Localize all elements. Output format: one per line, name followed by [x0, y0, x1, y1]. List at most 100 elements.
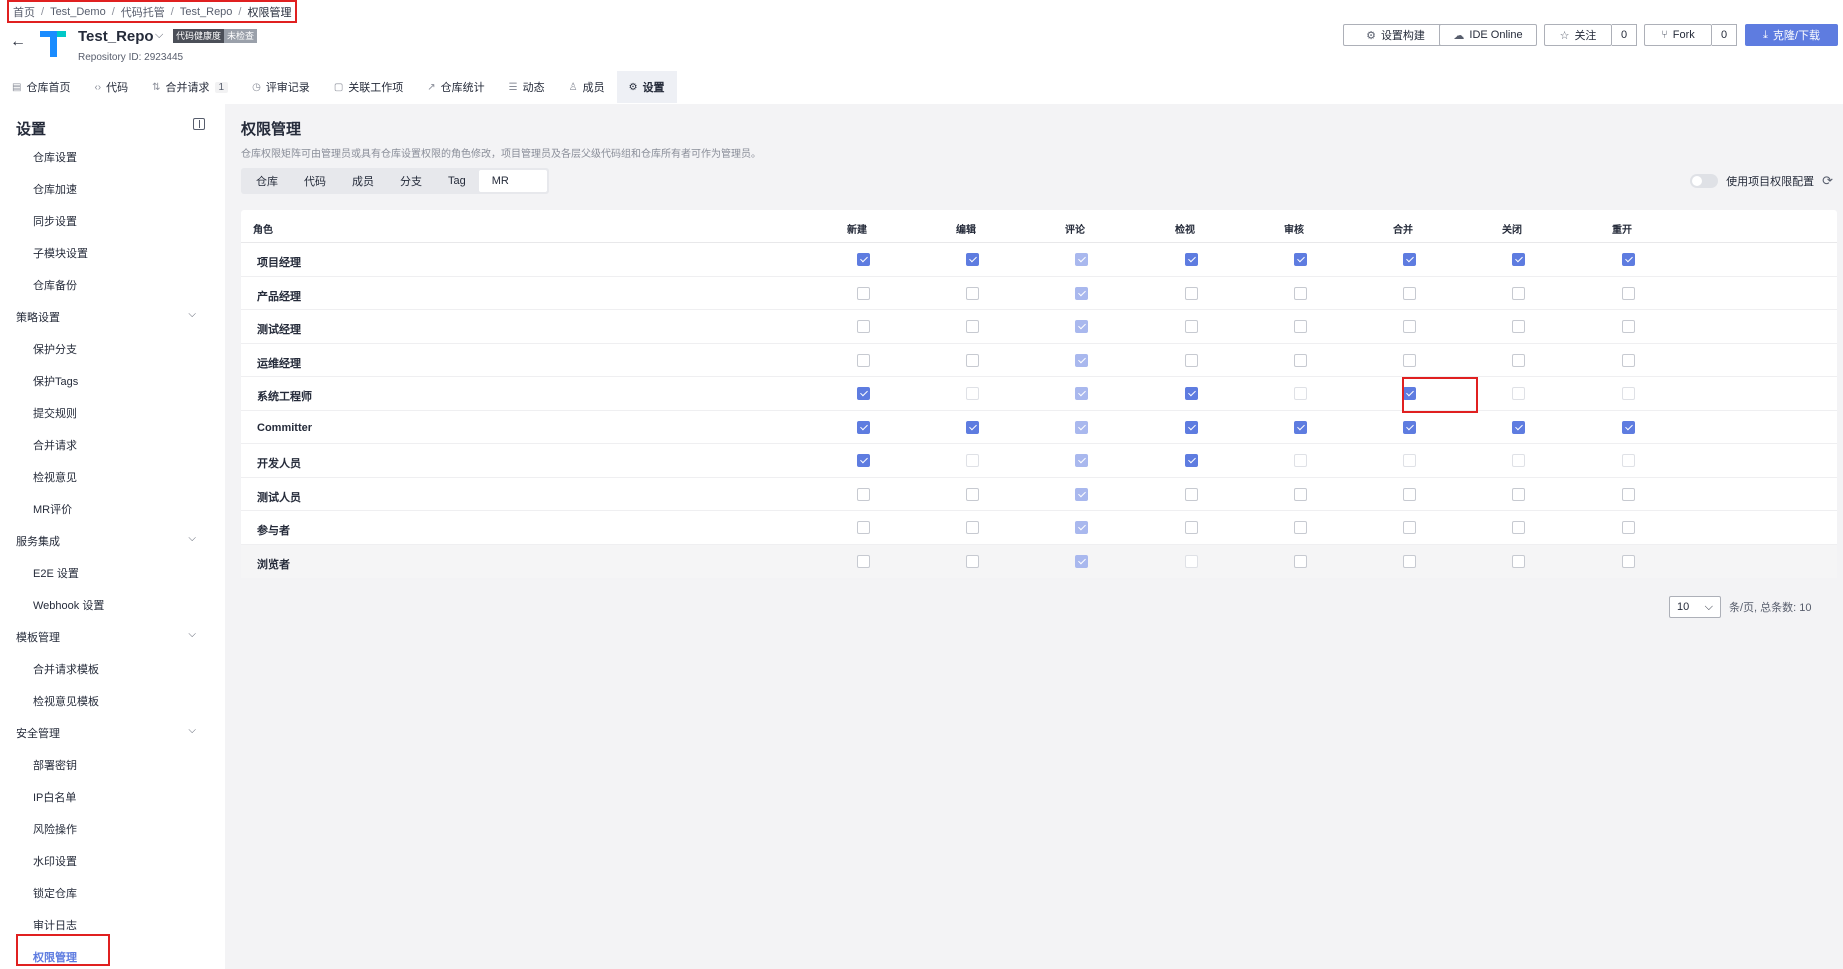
sidebar-item[interactable]: 水印设置: [33, 853, 77, 869]
permission-checkbox[interactable]: [1185, 487, 1198, 501]
sidebar-item[interactable]: 仓库备份: [33, 277, 77, 293]
permission-checkbox[interactable]: [1622, 253, 1635, 266]
sidebar-item[interactable]: 保护Tags: [33, 373, 78, 389]
project-permission-toggle[interactable]: [1690, 174, 1719, 188]
permission-checkbox[interactable]: [1185, 521, 1198, 534]
permission-checkbox[interactable]: [1185, 353, 1198, 367]
permission-checkbox[interactable]: [966, 554, 979, 568]
sidebar-item[interactable]: 检视意见模板: [33, 693, 99, 709]
sidebar-group[interactable]: 策略设置 ⌵: [16, 309, 196, 325]
perm-tab[interactable]: 分支: [387, 170, 435, 192]
breadcrumb-item[interactable]: 代码托管: [121, 4, 165, 20]
fork-button[interactable]: ⑂ Fork: [1644, 24, 1712, 46]
permission-checkbox[interactable]: [1622, 521, 1635, 534]
permission-checkbox[interactable]: [1403, 487, 1416, 501]
permission-checkbox[interactable]: [857, 353, 870, 367]
perm-tab[interactable]: 成员: [339, 170, 387, 192]
sidebar-group[interactable]: 服务集成 ⌵: [16, 533, 196, 549]
permission-checkbox[interactable]: [1294, 286, 1307, 300]
permission-checkbox[interactable]: [857, 487, 870, 501]
chevron-down-icon[interactable]: ⌵: [155, 29, 163, 42]
permission-checkbox[interactable]: [1622, 353, 1635, 367]
sidebar-item[interactable]: 仓库加速: [33, 181, 77, 197]
collapse-sidebar-icon[interactable]: [193, 118, 205, 130]
sidebar-item[interactable]: IP白名单: [33, 789, 76, 805]
permission-checkbox[interactable]: [1294, 353, 1307, 367]
permission-checkbox[interactable]: [966, 420, 979, 434]
permission-checkbox[interactable]: [1294, 487, 1307, 501]
repo-name[interactable]: Test_Repo: [78, 28, 154, 45]
ide-online-button[interactable]: ☁ IDE Online: [1439, 24, 1537, 46]
permission-checkbox[interactable]: [1185, 387, 1198, 400]
sidebar-item[interactable]: 子模块设置: [33, 245, 88, 261]
permission-checkbox[interactable]: [857, 253, 870, 266]
permission-checkbox[interactable]: [1512, 286, 1525, 300]
perm-tab[interactable]: MR: [478, 170, 547, 192]
sidebar-item[interactable]: E2E 设置: [33, 565, 79, 581]
permission-checkbox[interactable]: [857, 454, 870, 467]
permission-checkbox[interactable]: [1294, 554, 1307, 568]
permission-checkbox[interactable]: [1294, 320, 1307, 333]
sidebar-item[interactable]: 同步设置: [33, 213, 77, 229]
permission-checkbox[interactable]: [1403, 320, 1416, 333]
permission-checkbox[interactable]: [1185, 420, 1198, 434]
sidebar-item[interactable]: MR评价: [33, 501, 72, 517]
tab-1[interactable]: ‹› 代码: [82, 71, 140, 103]
permission-checkbox[interactable]: [857, 521, 870, 534]
breadcrumb-item[interactable]: Test_Repo: [180, 6, 233, 18]
permission-checkbox[interactable]: [1512, 554, 1525, 568]
sidebar-group[interactable]: 模板管理 ⌵: [16, 629, 196, 645]
page-size-select[interactable]: 10 ⌵: [1669, 596, 1721, 618]
permission-checkbox[interactable]: [1622, 286, 1635, 300]
perm-tab[interactable]: 代码: [291, 170, 339, 192]
permission-checkbox[interactable]: [966, 353, 979, 367]
permission-checkbox[interactable]: [1512, 353, 1525, 367]
tab-6[interactable]: ☰ 动态: [497, 71, 557, 103]
permission-checkbox[interactable]: [1294, 253, 1307, 266]
back-arrow-icon[interactable]: ←: [10, 33, 26, 51]
permission-checkbox[interactable]: [966, 521, 979, 534]
sidebar-item[interactable]: 保护分支: [33, 341, 77, 357]
permission-checkbox[interactable]: [966, 320, 979, 333]
breadcrumb-item[interactable]: 首页: [13, 4, 35, 20]
sidebar-item[interactable]: 检视意见: [33, 469, 77, 485]
tab-0[interactable]: ▤ 仓库首页: [0, 71, 82, 103]
permission-checkbox[interactable]: [1403, 353, 1416, 367]
sidebar-group[interactable]: 安全管理 ⌵: [16, 725, 196, 741]
permission-checkbox[interactable]: [966, 253, 979, 266]
tab-8[interactable]: ⚙ 设置: [616, 71, 677, 103]
health-badge[interactable]: 代码健康度 未检查: [173, 29, 258, 43]
tab-4[interactable]: ▢ 关联工作项: [322, 71, 415, 103]
permission-checkbox[interactable]: [1403, 521, 1416, 534]
permission-checkbox[interactable]: [1185, 320, 1198, 333]
tab-5[interactable]: ↗ 仓库统计: [415, 71, 496, 103]
permission-checkbox[interactable]: [1512, 253, 1525, 266]
sidebar-item[interactable]: 审计日志: [33, 917, 77, 933]
permission-checkbox[interactable]: [1294, 420, 1307, 434]
permission-checkbox[interactable]: [1403, 286, 1416, 300]
permission-checkbox[interactable]: [1185, 454, 1198, 467]
fork-count[interactable]: 0: [1712, 24, 1737, 46]
sidebar-item[interactable]: 提交规则: [33, 405, 77, 421]
tab-7[interactable]: ♙ 成员: [557, 71, 617, 103]
clone-download-button[interactable]: ⤓ 克隆/下载: [1745, 24, 1838, 46]
setup-build-button[interactable]: ⚙ 设置构建: [1343, 24, 1448, 46]
permission-checkbox[interactable]: [1403, 554, 1416, 568]
refresh-icon[interactable]: ⟳: [1822, 173, 1833, 189]
perm-tab[interactable]: Tag: [435, 170, 479, 192]
permission-checkbox[interactable]: [1512, 320, 1525, 333]
sidebar-item[interactable]: 合并请求模板: [33, 661, 99, 677]
permission-checkbox[interactable]: [1294, 521, 1307, 534]
sidebar-item[interactable]: 合并请求: [33, 437, 77, 453]
sidebar-item[interactable]: 锁定仓库: [33, 885, 77, 901]
permission-checkbox[interactable]: [1512, 487, 1525, 501]
permission-checkbox[interactable]: [1403, 420, 1416, 434]
breadcrumb-item[interactable]: Test_Demo: [50, 6, 106, 18]
permission-checkbox[interactable]: [857, 387, 870, 400]
sidebar-item[interactable]: 风险操作: [33, 821, 77, 837]
sidebar-item[interactable]: 权限管理: [33, 949, 77, 965]
sidebar-item[interactable]: Webhook 设置: [33, 597, 104, 613]
permission-checkbox[interactable]: [1622, 487, 1635, 501]
permission-checkbox[interactable]: [1622, 420, 1635, 434]
sidebar-item[interactable]: 部署密钥: [33, 757, 77, 773]
